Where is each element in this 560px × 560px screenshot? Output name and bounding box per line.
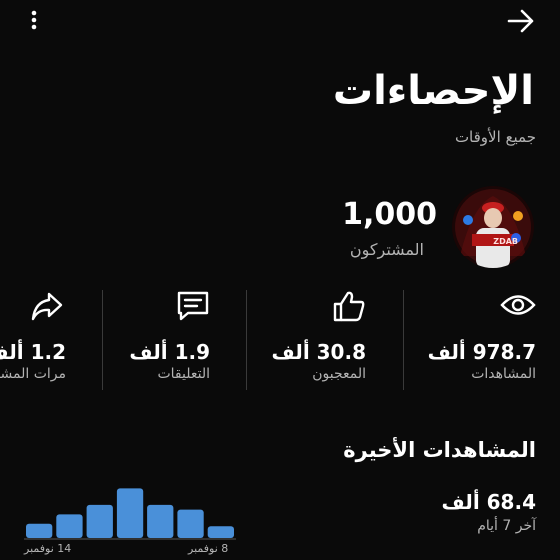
recent-views-period: آخر 7 أيام [477,518,536,534]
stat-shares[interactable]: 1.2 ألف مرات المشاركة [0,290,66,390]
share-icon [30,290,64,322]
avatar[interactable] [452,186,534,268]
stat-divider [403,290,404,390]
more-vertical-icon[interactable] [22,8,46,32]
chart-x-start-label: 8 نوفمبر [188,542,229,555]
statistics-screen: الإحصاءات جميع الأوقات ZDAB 1,000 المشتر… [0,0,560,560]
chart-x-end-label: 14 نوفمبر [24,542,72,555]
shares-label: مرات المشاركة [0,366,66,382]
eye-icon [500,290,536,320]
likes-label: المعجبون [312,366,366,382]
comment-icon [176,290,210,322]
chart-bar [207,526,234,538]
chart-bar [116,488,144,538]
stat-divider [102,290,103,390]
shares-value: 1.2 ألف [0,340,66,364]
views-label: المشاهدات [471,366,536,382]
stat-views[interactable]: 978.7 ألف المشاهدات [418,290,536,390]
chart-bar [26,523,53,538]
stat-likes[interactable]: 30.8 ألف المعجبون [258,290,366,390]
subscribers-label: المشتركون [349,240,424,259]
stat-divider [246,290,247,390]
chart-bar [147,504,174,538]
chart-bar [177,509,204,538]
views-value: 978.7 ألف [427,340,536,364]
chart-bar [86,504,113,538]
page-subtitle: جميع الأوقات [454,128,536,146]
recent-views-chart[interactable] [24,482,236,540]
arrow-right-icon[interactable] [506,8,536,34]
stat-comments[interactable]: 1.9 ألف التعليقات [112,290,210,390]
likes-value: 30.8 ألف [271,340,366,364]
chart-bar [56,514,83,538]
comments-value: 1.9 ألف [129,340,210,364]
thumbs-up-icon [332,290,366,322]
subscribers-count: 1,000 [342,197,437,232]
comments-label: التعليقات [157,366,210,382]
page-title: الإحصاءات [332,68,534,114]
avatar-logo-text: ZDAB [493,237,518,246]
recent-views-title: المشاهدات الأخيرة [343,438,536,462]
recent-views-value: 68.4 ألف [441,490,536,514]
